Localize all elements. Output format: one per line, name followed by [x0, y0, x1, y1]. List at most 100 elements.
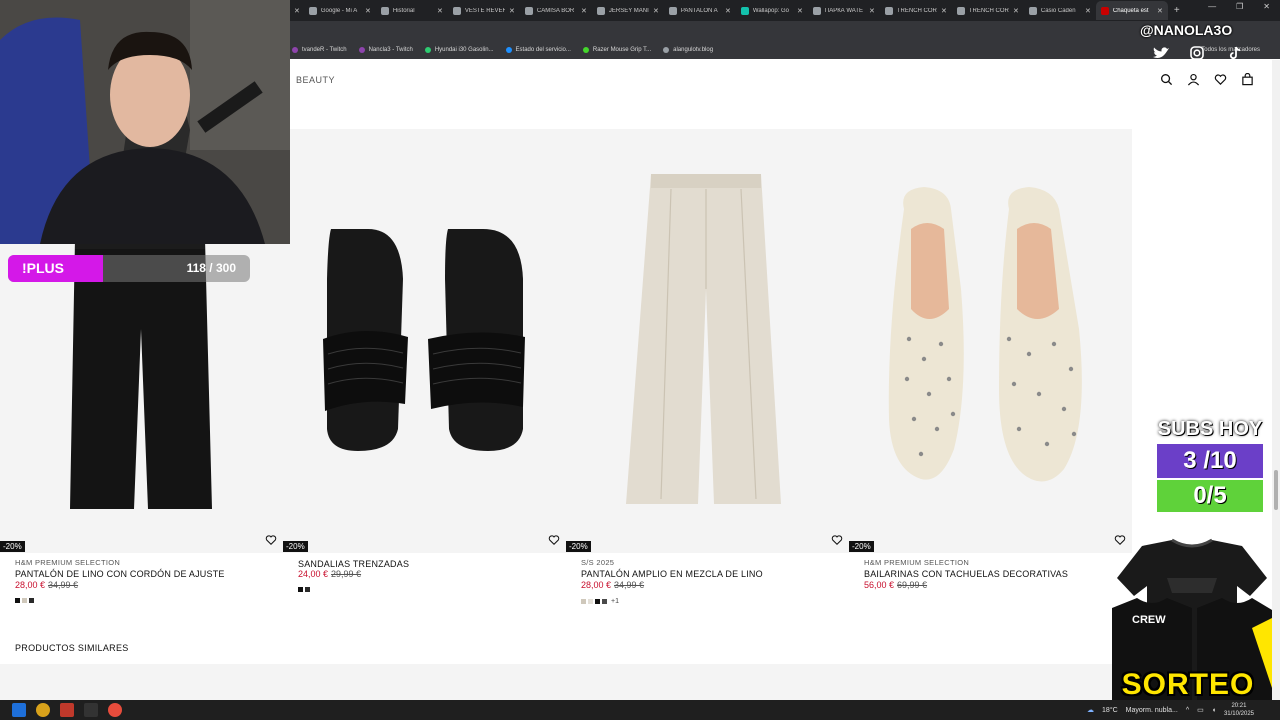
- discount-badge: -20%: [566, 541, 591, 552]
- color-swatch[interactable]: [581, 599, 586, 604]
- original-price: 34,99 €: [614, 580, 645, 590]
- maximize-icon[interactable]: ❐: [1236, 2, 1243, 11]
- color-swatch[interactable]: [298, 587, 303, 592]
- bookmark-item[interactable]: Razer Mouse Grip T...: [582, 47, 651, 53]
- sale-price: 28,00 €: [581, 580, 612, 590]
- close-tab-icon[interactable]: ✕: [294, 7, 300, 15]
- product-name[interactable]: PANTALÓN DE LINO CON CORDÓN DE AJUSTE: [15, 569, 225, 579]
- color-swatches[interactable]: [298, 587, 310, 592]
- app-icon[interactable]: [108, 703, 122, 717]
- product-collection: S/S 2025: [581, 558, 615, 567]
- close-tab-icon[interactable]: ✕: [725, 7, 731, 15]
- close-tab-icon[interactable]: ✕: [1157, 7, 1163, 15]
- close-tab-icon[interactable]: ✕: [1013, 7, 1019, 15]
- volume-icon[interactable]: ◖: [1212, 707, 1216, 714]
- color-swatches[interactable]: [15, 598, 34, 603]
- product-card[interactable]: -20% S/S 2025 PANTALÓN AMPLIO EN MEZCLA …: [566, 129, 849, 609]
- favorites-icon[interactable]: [1214, 73, 1227, 86]
- tray-chevron-icon[interactable]: ^: [1186, 707, 1189, 714]
- color-swatch[interactable]: [15, 598, 20, 603]
- browser-tab[interactable]: TRENCH COR ✕: [880, 1, 952, 20]
- color-swatch[interactable]: [602, 599, 607, 604]
- weather-icon[interactable]: ☁: [1087, 706, 1094, 714]
- system-clock[interactable]: 20:21 31/10/2025: [1224, 702, 1254, 718]
- tab-label: TRENCH COR: [896, 7, 937, 14]
- product-name[interactable]: PANTALÓN AMPLIO EN MEZCLA DE LINO: [581, 569, 763, 579]
- globe-icon: [663, 47, 670, 53]
- color-swatch[interactable]: [22, 598, 27, 603]
- chrome-icon[interactable]: [36, 703, 50, 717]
- tab-favicon-icon: [1028, 6, 1037, 15]
- heart-icon[interactable]: [265, 533, 277, 546]
- product-name[interactable]: BAILARINAS CON TACHUELAS DECORATIVAS: [864, 569, 1068, 579]
- product-name[interactable]: SANDALIAS TRENZADAS: [298, 559, 409, 569]
- browser-tab[interactable]: JERSEY MANI ✕: [592, 1, 664, 20]
- browser-tab[interactable]: Wallapop: Go ✕: [736, 1, 808, 20]
- bookmark-item[interactable]: Estado del servicio...: [505, 47, 571, 53]
- tab-label: Chaqueta est: [1112, 7, 1149, 14]
- original-price: 34,99 €: [48, 580, 79, 590]
- browser-tab[interactable]: Historial ✕: [376, 1, 448, 20]
- more-colors[interactable]: +1: [611, 598, 619, 605]
- browser-tab[interactable]: ПАРКА WATE ✕: [808, 1, 880, 20]
- tab-favicon-icon: [596, 6, 605, 15]
- product-image[interactable]: [849, 129, 1132, 553]
- browser-tab-strip: ✕ Google - Mi A ✕ Historial ✕ VESTE RÊVER ✕…: [290, 0, 1280, 21]
- network-icon[interactable]: ▭: [1197, 706, 1204, 714]
- page-scrollbar[interactable]: [1272, 60, 1280, 700]
- new-tab-icon[interactable]: +: [1174, 5, 1180, 16]
- cart-icon[interactable]: [1241, 73, 1254, 86]
- nav-beauty-link[interactable]: BEAUTY: [296, 75, 335, 85]
- browser-tab[interactable]: VESTE RÊVER ✕: [448, 1, 520, 20]
- browser-tab[interactable]: PANTALÓN A ✕: [664, 1, 736, 20]
- browser-tab[interactable]: CAMISA BOR ✕: [520, 1, 592, 20]
- app-icon[interactable]: [84, 703, 98, 717]
- windows-start-icon[interactable]: [12, 703, 26, 717]
- account-icon[interactable]: [1187, 73, 1200, 86]
- product-image[interactable]: [566, 129, 849, 553]
- close-tab-icon[interactable]: ✕: [869, 7, 875, 15]
- color-swatch[interactable]: [29, 598, 34, 603]
- product-image[interactable]: [283, 129, 566, 553]
- minimize-icon[interactable]: —: [1208, 2, 1216, 11]
- close-tab-icon[interactable]: ✕: [797, 7, 803, 15]
- temperature[interactable]: 18°C: [1102, 707, 1118, 714]
- scrollbar-thumb[interactable]: [1274, 470, 1278, 510]
- subs-title: SUBS HOY: [1157, 418, 1263, 440]
- color-swatch[interactable]: [305, 587, 310, 592]
- bookmark-item[interactable]: tvandeR - Twitch: [292, 47, 347, 53]
- heart-icon[interactable]: [831, 533, 843, 546]
- bookmark-label: Hyundai i30 Gasolin...: [434, 47, 494, 53]
- tab-label: ПАРКА WATE: [824, 7, 864, 14]
- close-tab-icon[interactable]: ✕: [941, 7, 947, 15]
- search-icon[interactable]: [1160, 73, 1173, 86]
- color-swatch[interactable]: [588, 599, 593, 604]
- close-tab-icon[interactable]: ✕: [437, 7, 443, 15]
- product-card[interactable]: -20% H&M PREMIUM SELECTION BAILARINAS CO…: [849, 129, 1132, 609]
- weather-text[interactable]: Mayorm. nubla...: [1126, 707, 1178, 714]
- close-tab-icon[interactable]: ✕: [653, 7, 659, 15]
- close-tab-icon[interactable]: ✕: [365, 7, 371, 15]
- bookmark-item[interactable]: alangulotv.blog: [663, 47, 713, 53]
- close-tab-icon[interactable]: ✕: [581, 7, 587, 15]
- tab-favicon-icon: [308, 6, 317, 15]
- heart-icon[interactable]: [548, 533, 560, 546]
- browser-tab[interactable]: Google - Mi A ✕: [304, 1, 376, 20]
- product-card[interactable]: -20% SANDALIAS TRENZADAS 24,00 €29,99 €: [283, 129, 566, 609]
- tab-label: CAMISA BOR: [536, 7, 575, 14]
- color-swatches[interactable]: +1: [581, 598, 619, 605]
- bookmark-item[interactable]: Nancla3 - Twitch: [358, 47, 413, 53]
- color-swatch[interactable]: [595, 599, 600, 604]
- browser-tab[interactable]: Casio Caden ✕: [1024, 1, 1096, 20]
- close-tab-icon[interactable]: ✕: [1085, 7, 1091, 15]
- close-tab-icon[interactable]: ✕: [509, 7, 515, 15]
- close-window-icon[interactable]: ✕: [1263, 2, 1270, 11]
- discount-badge: -20%: [0, 541, 25, 552]
- bookmark-item[interactable]: Hyundai i30 Gasolin...: [424, 47, 494, 53]
- app-icon[interactable]: [60, 703, 74, 717]
- browser-tab-active[interactable]: Chaqueta est ✕: [1095, 1, 1168, 20]
- browser-tab[interactable]: TRENCH COR ✕: [952, 1, 1024, 20]
- address-bar[interactable]: [290, 21, 1280, 41]
- plus-label: !PLUS: [22, 260, 64, 276]
- bookmark-label: Estado del servicio...: [515, 47, 571, 53]
